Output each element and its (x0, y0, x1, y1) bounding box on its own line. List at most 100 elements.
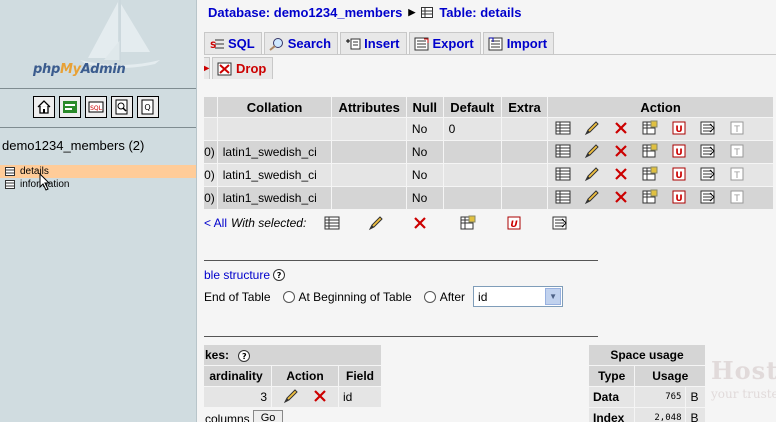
browse-icon[interactable] (552, 166, 573, 182)
unique-icon[interactable]: U (668, 166, 689, 182)
space-unit: B (686, 387, 705, 407)
space-usage-caption: Space usage (589, 345, 705, 365)
add-field-link[interactable]: ble structure (204, 268, 270, 282)
check-all-link[interactable]: < All (204, 216, 227, 230)
query-window-icon[interactable] (59, 96, 81, 118)
unique-icon[interactable]: U (668, 189, 689, 205)
tab-insert[interactable]: Insert (340, 32, 407, 54)
edit-icon[interactable] (581, 143, 602, 159)
svg-text:U: U (675, 194, 682, 204)
column-header-action: Action (272, 366, 338, 386)
help-icon[interactable]: ? (238, 350, 251, 363)
fulltext-icon[interactable]: T (726, 143, 747, 159)
help-icon[interactable]: ? (273, 269, 286, 281)
attributes-cell (332, 187, 406, 209)
browse-icon[interactable] (552, 189, 573, 205)
with-selected-bar: < All With selected: U (204, 215, 568, 231)
table-row: 0) latin1_swedish_ci No U T (204, 187, 773, 209)
index-icon[interactable] (697, 189, 718, 205)
edit-icon[interactable] (581, 120, 602, 136)
column-header-null[interactable]: Null (406, 97, 443, 117)
column-header-attributes[interactable]: Attributes (332, 97, 406, 117)
edit-icon[interactable] (368, 215, 384, 231)
index-icon[interactable] (552, 215, 568, 231)
docs-icon[interactable] (111, 96, 133, 118)
collation-cell: latin1_swedish_ci (217, 164, 332, 186)
after-field-select[interactable]: id ▼ (473, 286, 564, 307)
after-radio[interactable] (423, 290, 436, 303)
column-header-type: Type (589, 366, 635, 386)
table-row: 0) latin1_swedish_ci No U T (204, 164, 773, 186)
extra-cell (501, 187, 548, 209)
delete-icon[interactable] (610, 189, 631, 205)
unique-icon[interactable]: U (506, 215, 522, 231)
column-header-extra[interactable]: Extra (501, 97, 548, 117)
table-icon[interactable] (5, 180, 15, 189)
at-beginning-radio[interactable] (282, 290, 295, 303)
edit-icon[interactable] (581, 189, 602, 205)
browse-icon[interactable] (552, 120, 573, 136)
null-cell: No (406, 118, 443, 140)
primary-key-icon[interactable] (639, 166, 660, 182)
attributes-cell (332, 141, 406, 163)
fulltext-icon[interactable]: T (726, 120, 747, 136)
tab-sql[interactable]: S SQL (204, 32, 262, 54)
column-header-default[interactable]: Default (443, 97, 501, 117)
space-value: 2,048 (635, 408, 686, 422)
phpmyadmin-logo[interactable]: phpMyAdmin (0, 0, 196, 86)
edit-icon[interactable] (280, 388, 301, 404)
delete-icon[interactable] (610, 143, 631, 159)
database-name[interactable]: demo1234_members (2) (2, 138, 144, 153)
index-icon[interactable] (697, 143, 718, 159)
at-beginning-label[interactable]: At Beginning of Table (299, 290, 412, 304)
browse-icon[interactable] (324, 215, 340, 231)
delete-icon[interactable] (610, 120, 631, 136)
table-icon[interactable] (5, 167, 15, 176)
unique-icon[interactable]: U (668, 120, 689, 136)
default-cell (443, 141, 501, 163)
home-icon[interactable] (33, 96, 55, 118)
default-cell (443, 164, 501, 186)
tab-import[interactable]: Import (482, 32, 555, 54)
primary-key-icon[interactable] (639, 189, 660, 205)
svg-text:T: T (733, 171, 740, 181)
add-field-options: End of Table At Beginning of Table After… (204, 286, 564, 307)
delete-icon[interactable] (412, 215, 428, 231)
fulltext-icon[interactable]: T (726, 166, 747, 182)
unique-icon[interactable]: U (668, 143, 689, 159)
chevron-down-icon[interactable]: ▼ (545, 288, 562, 305)
fulltext-icon[interactable]: T (726, 189, 747, 205)
delete-icon[interactable] (610, 166, 631, 182)
table-row: 3 id (204, 387, 381, 407)
collation-cell: latin1_swedish_ci (217, 141, 332, 163)
sql-icon: S (210, 39, 224, 51)
tab-divider (204, 54, 776, 55)
table-item-details[interactable]: details (0, 165, 196, 178)
breadcrumb-database[interactable]: Database: demo1234_members (208, 5, 402, 20)
column-header-usage: Usage (635, 366, 705, 386)
tab-empty-stub[interactable]: ▸ (204, 57, 210, 79)
column-header-collation[interactable]: Collation (217, 97, 332, 117)
extra-cell (501, 164, 548, 186)
browse-icon[interactable] (552, 143, 573, 159)
index-icon[interactable] (697, 120, 718, 136)
sql-icon[interactable]: SQL (85, 96, 107, 118)
tab-export[interactable]: Export (408, 32, 481, 54)
table-item-information[interactable]: information (0, 178, 196, 191)
primary-key-icon[interactable] (639, 120, 660, 136)
tab-search[interactable]: Search (263, 32, 339, 54)
primary-key-icon[interactable] (460, 215, 476, 231)
field-fragment (204, 118, 217, 140)
breadcrumb-table[interactable]: Table: details (439, 5, 521, 20)
primary-key-icon[interactable] (639, 143, 660, 159)
table-row: Data 765 B (589, 387, 705, 407)
delete-icon[interactable] (309, 388, 330, 404)
query-icon[interactable]: Q (137, 96, 159, 118)
row-actions: UT (548, 141, 773, 163)
go-button[interactable]: Go (253, 410, 284, 422)
tab-drop[interactable]: Drop (212, 57, 274, 79)
after-label[interactable]: After (440, 290, 465, 304)
end-of-table-label[interactable]: End of Table (204, 290, 271, 304)
edit-icon[interactable] (581, 166, 602, 182)
index-icon[interactable] (697, 166, 718, 182)
